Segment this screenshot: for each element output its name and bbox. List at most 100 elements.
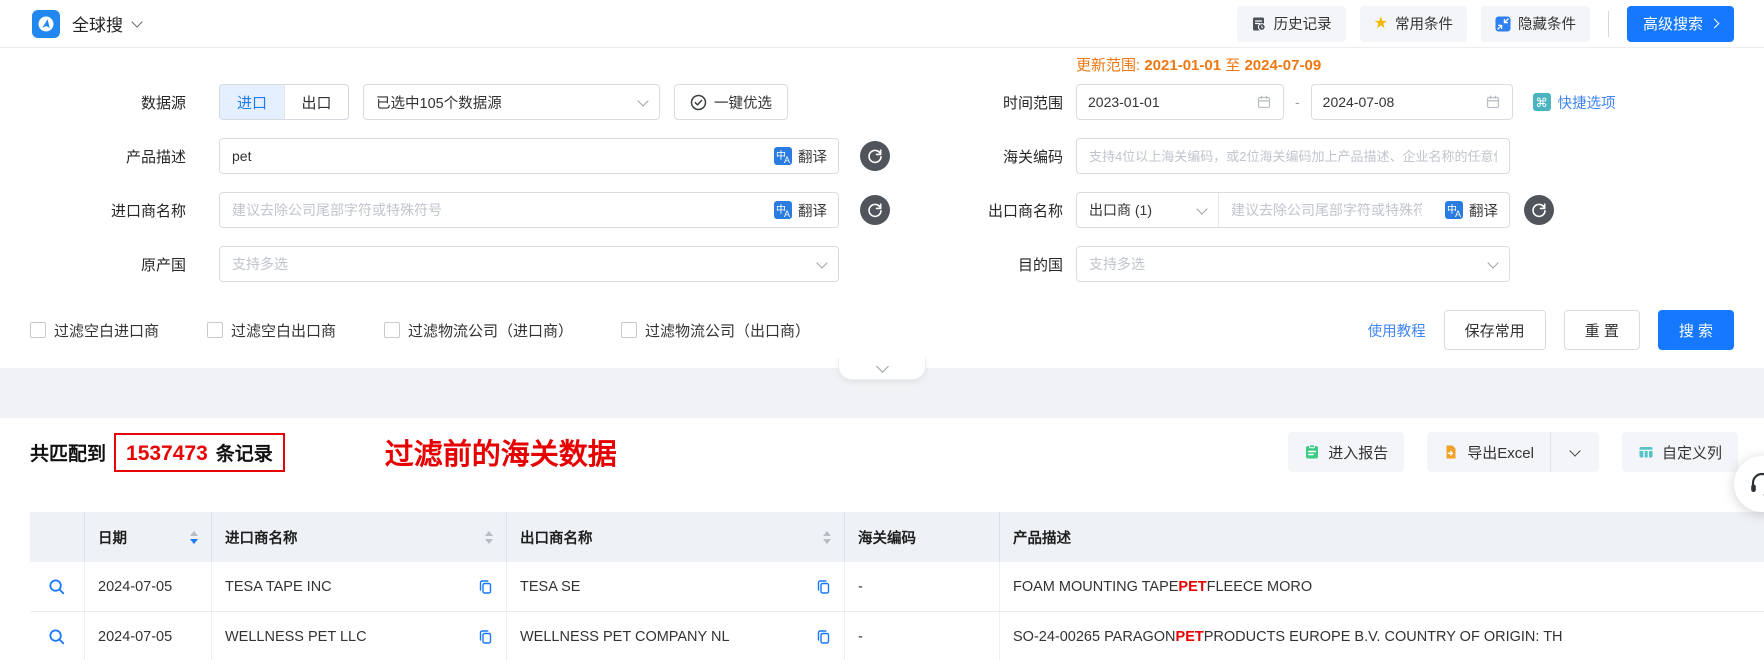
calendar-icon <box>1257 95 1271 109</box>
chevron-down-icon <box>637 94 649 107</box>
sort-desc-icon[interactable] <box>823 538 831 544</box>
chevron-down-icon <box>816 256 828 269</box>
save-favorite-button[interactable]: 保存常用 <box>1443 310 1546 350</box>
checkbox-filter-logistics-exporter[interactable]: 过滤物流公司（出口商） <box>621 320 810 341</box>
desc-highlight: PET <box>1178 578 1207 595</box>
checkbox-filter-blank-exporter[interactable]: 过滤空白出口商 <box>207 320 336 341</box>
advanced-search-button[interactable]: 高级搜索 <box>1626 5 1734 42</box>
results-table: 日期 进口商名称 出口商名称 海关编码 产品描述 2024-07-05 TESA… <box>30 512 1764 660</box>
origin-country-placeholder: 支持多选 <box>232 256 288 272</box>
translate-button[interactable]: 中 A 翻译 <box>763 146 838 167</box>
quick-options-button[interactable]: ⌘ 快捷选项 <box>1532 92 1616 113</box>
sort-asc-icon[interactable] <box>485 530 493 536</box>
header-date[interactable]: 日期 <box>85 512 212 562</box>
annotation-text: 过滤前的海关数据 <box>384 439 617 471</box>
copy-icon[interactable] <box>816 579 831 595</box>
desc-text: SO-24-00265 PARAGON <box>1013 628 1176 645</box>
header-exporter[interactable]: 出口商名称 <box>507 512 845 562</box>
header-importer[interactable]: 进口商名称 <box>212 512 507 562</box>
start-date-picker[interactable]: 2023-01-01 <box>1076 84 1284 120</box>
desc-text: FOAM MOUNTING TAPE <box>1013 578 1179 595</box>
exporter-type-dropdown[interactable]: 出口商 (1) <box>1077 193 1219 227</box>
sort-desc-icon[interactable] <box>190 538 198 544</box>
translate-en-glyph: A <box>783 155 790 165</box>
history-button[interactable]: 历史记录 <box>1236 5 1346 42</box>
enter-report-button[interactable]: 进入报告 <box>1288 432 1405 472</box>
top-bar: 全球搜 历史记录 ★ 常用条件 隐藏条件 高级搜索 <box>0 0 1764 48</box>
toggle-export[interactable]: 出口 <box>284 85 348 119</box>
importer-input[interactable] <box>220 202 763 218</box>
optimize-label: 一键优选 <box>714 95 772 112</box>
copy-icon[interactable] <box>478 579 493 595</box>
toggle-import[interactable]: 进口 <box>220 85 284 119</box>
dest-country-select[interactable]: 支持多选 <box>1076 246 1510 282</box>
importer-cell: WELLNESS PET LLC <box>212 612 507 660</box>
synonym-toggle-button[interactable] <box>1524 195 1554 225</box>
sort-asc-icon[interactable] <box>823 530 831 536</box>
export-excel-dropdown[interactable] <box>1551 432 1599 472</box>
custom-columns-button[interactable]: 自定义列 <box>1621 432 1738 472</box>
search-panel: 更新范围: 2021-01-01 至 2024-07-09 数据源 进口 出口 … <box>0 48 1764 380</box>
copy-icon[interactable] <box>816 629 831 645</box>
checkbox-filter-blank-importer[interactable]: 过滤空白进口商 <box>30 320 159 341</box>
header-product-desc-label: 产品描述 <box>1013 530 1071 547</box>
reset-button[interactable]: 重 置 <box>1563 310 1640 350</box>
magnifier-icon[interactable] <box>47 627 67 647</box>
translate-icon: 中 A <box>774 201 792 219</box>
hs-code-label: 海关编码 <box>1002 148 1063 166</box>
origin-country-label: 原产国 <box>140 256 186 274</box>
form-actions: 使用教程 保存常用 重 置 搜 索 <box>1368 310 1734 350</box>
time-range-label: 时间范围 <box>1002 94 1063 112</box>
favorites-button[interactable]: ★ 常用条件 <box>1359 5 1467 42</box>
sort-control[interactable] <box>477 530 493 544</box>
sort-control[interactable] <box>182 530 198 544</box>
product-desc-field: 中 A 翻译 <box>219 138 839 174</box>
collapse-panel-tab[interactable] <box>838 358 926 380</box>
checkbox-icon[interactable] <box>30 322 46 338</box>
product-desc-label: 产品描述 <box>125 148 186 166</box>
sort-asc-icon[interactable] <box>190 530 198 536</box>
sort-control[interactable] <box>815 530 831 544</box>
end-date-picker[interactable]: 2024-07-08 <box>1310 84 1513 120</box>
translate-en-glyph: A <box>1454 209 1461 219</box>
match-count: 1537473 <box>126 441 208 465</box>
sort-desc-icon[interactable] <box>485 538 493 544</box>
translate-button[interactable]: 中 A 翻译 <box>763 200 838 221</box>
exporter-input[interactable] <box>1219 202 1434 218</box>
one-click-optimize-button[interactable]: 一键优选 <box>674 84 788 120</box>
chevron-right-icon <box>1709 18 1720 29</box>
magnifier-icon[interactable] <box>47 577 67 597</box>
product-desc-input[interactable] <box>220 148 763 164</box>
checkbox-label: 过滤物流公司（出口商） <box>645 322 811 340</box>
translate-label: 翻译 <box>798 149 827 166</box>
exporter-value: TESA SE <box>520 578 581 595</box>
translate-button[interactable]: 中 A 翻译 <box>1434 200 1509 221</box>
favorites-label: 常用条件 <box>1394 17 1453 33</box>
loop-arrow-icon <box>868 149 882 164</box>
data-source-label: 数据源 <box>140 94 186 112</box>
chevron-down-icon[interactable] <box>131 15 143 28</box>
translate-label: 翻译 <box>798 203 827 220</box>
exporter-type-value: 出口商 (1) <box>1089 202 1152 218</box>
hide-conditions-button[interactable]: 隐藏条件 <box>1480 5 1590 42</box>
checkbox-icon[interactable] <box>621 322 638 338</box>
match-prefix: 共匹配到 <box>30 443 107 465</box>
synonym-toggle-button[interactable] <box>860 141 890 171</box>
origin-country-select[interactable]: 支持多选 <box>219 246 839 282</box>
hs-code-cell: - <box>845 562 1000 611</box>
search-button[interactable]: 搜 索 <box>1657 310 1734 350</box>
synonym-toggle-button[interactable] <box>860 195 890 225</box>
hs-code-value: - <box>858 628 863 645</box>
checkbox-filter-logistics-importer[interactable]: 过滤物流公司（进口商） <box>384 320 573 341</box>
tutorial-link[interactable]: 使用教程 <box>1368 320 1426 341</box>
hs-code-input[interactable] <box>1077 148 1509 164</box>
checkbox-icon[interactable] <box>384 322 401 338</box>
data-source-dropdown[interactable]: 已选中105个数据源 <box>363 84 660 120</box>
export-excel-button[interactable]: 导出Excel <box>1427 432 1551 472</box>
product-desc-cell: FOAM MOUNTING TAPE PET FLEECE MORO <box>1000 562 1764 611</box>
header-preview-column <box>30 512 85 562</box>
hs-code-value: - <box>858 578 863 595</box>
copy-icon[interactable] <box>478 629 493 645</box>
checkbox-icon[interactable] <box>207 322 224 338</box>
date-cell: 2024-07-05 <box>85 562 212 611</box>
